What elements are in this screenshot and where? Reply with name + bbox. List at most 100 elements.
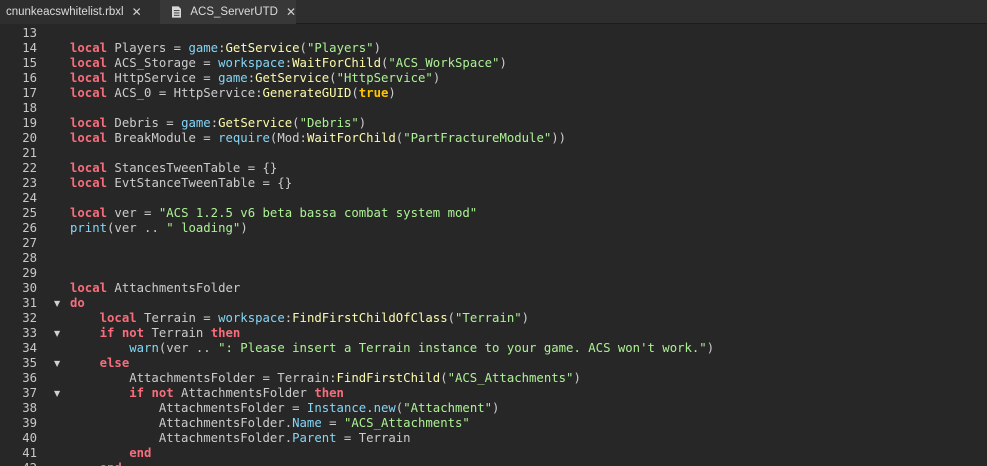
code-token: game bbox=[181, 116, 211, 130]
editor-tab-bar: cnunkeacswhitelist.rbxl ✕ ACS_ServerUTD … bbox=[0, 0, 987, 24]
close-icon[interactable]: ✕ bbox=[132, 6, 142, 18]
code-token: Debris = bbox=[107, 116, 182, 130]
code-line: AttachmentsFolder = Instance.new("Attach… bbox=[70, 401, 500, 416]
code-token: "ACS_Attachments" bbox=[343, 416, 470, 430]
code-token: ) bbox=[388, 86, 396, 100]
code-token: "ACS 1.2.5 v6 beta bassa combat system m… bbox=[158, 206, 478, 220]
code-line: print(ver .. " loading") bbox=[70, 221, 248, 236]
code-token: FindFirstChild bbox=[336, 371, 441, 385]
code-token: true bbox=[358, 86, 389, 100]
code-token: game bbox=[188, 41, 219, 55]
fold-arrow-icon[interactable]: ▼ bbox=[54, 386, 62, 401]
code-token: ACS_0 = HttpService: bbox=[107, 86, 263, 100]
code-line: AttachmentsFolder = Terrain:FindFirstChi… bbox=[70, 371, 581, 386]
code-token: new bbox=[373, 401, 396, 415]
line-number: 37 bbox=[22, 386, 37, 400]
line-number-gutter: 13 14 15 16 17 18 19 20 21 22 23 24 25 26 27 28 29 30 31 ▼ 3… bbox=[0, 24, 68, 466]
code-token: ) bbox=[240, 221, 248, 235]
line-number: 25 bbox=[22, 206, 37, 220]
code-token: "Debris" bbox=[299, 116, 359, 130]
code-token: local bbox=[70, 86, 108, 100]
code-token: then bbox=[314, 386, 344, 400]
code-token: AttachmentsFolder bbox=[107, 281, 241, 295]
line-number: 17 bbox=[22, 86, 37, 100]
code-line: local ACS_Storage = workspace:WaitForChi… bbox=[70, 56, 507, 71]
code-line: if not AttachmentsFolder then bbox=[70, 386, 344, 401]
code-editor[interactable]: 13 14 15 16 17 18 19 20 21 22 23 24 25 26 27 28 29 30 31 ▼ 3… bbox=[0, 24, 987, 466]
line-number: 33 bbox=[22, 326, 37, 340]
code-token: "Terrain" bbox=[455, 311, 522, 325]
line-number: 36 bbox=[22, 371, 37, 385]
line-number: 22 bbox=[22, 161, 37, 175]
code-token: "ACS_Attachments" bbox=[447, 371, 574, 385]
code-token: "ACS_WorkSpace" bbox=[388, 56, 500, 70]
code-token: StancesTweenTable = {} bbox=[107, 161, 278, 175]
code-line: local AttachmentsFolder bbox=[70, 281, 240, 296]
code-token: ) bbox=[499, 56, 507, 70]
code-token: " loading" bbox=[166, 221, 241, 235]
code-token: WaitForChild bbox=[306, 131, 396, 145]
code-token: ) bbox=[492, 401, 500, 415]
code-token: if not bbox=[99, 326, 145, 340]
code-token: = Terrain bbox=[336, 431, 411, 445]
code-line: local HttpService = game:GetService("Htt… bbox=[70, 71, 440, 86]
code-token: game bbox=[218, 71, 248, 85]
code-token: local bbox=[70, 161, 108, 175]
code-token: "Attachment" bbox=[403, 401, 493, 415]
line-number: 26 bbox=[22, 221, 37, 235]
code-token: ) bbox=[521, 311, 530, 325]
line-number: 20 bbox=[22, 131, 37, 145]
code-token: ) bbox=[358, 116, 367, 130]
code-line: do bbox=[70, 296, 85, 311]
code-token: ACS_Storage = bbox=[107, 56, 219, 70]
fold-arrow-icon[interactable]: ▼ bbox=[54, 296, 62, 311]
code-token: Terrain = bbox=[136, 311, 219, 325]
code-token: ( bbox=[351, 86, 359, 100]
fold-arrow-icon[interactable]: ▼ bbox=[54, 326, 62, 341]
code-token: workspace bbox=[218, 56, 285, 70]
line-number: 13 bbox=[22, 26, 37, 40]
code-token: Parent bbox=[292, 431, 337, 445]
code-token: local bbox=[70, 176, 108, 190]
code-token: Instance bbox=[306, 401, 367, 415]
code-token: WaitForChild bbox=[292, 56, 381, 70]
line-number: 27 bbox=[22, 236, 37, 250]
line-number: 39 bbox=[22, 416, 37, 430]
code-token: ( bbox=[299, 41, 307, 55]
line-number: 42 bbox=[0, 461, 37, 466]
code-line: local BreakModule = require(Mod:WaitForC… bbox=[70, 131, 566, 146]
code-line: if not Terrain then bbox=[70, 326, 241, 341]
code-token: local bbox=[70, 41, 108, 55]
code-token: else bbox=[99, 356, 130, 370]
tab-label: ACS_ServerUTD bbox=[190, 6, 278, 18]
code-line: end bbox=[70, 461, 122, 466]
code-token: ) bbox=[706, 341, 715, 355]
code-token: local bbox=[70, 281, 108, 295]
line-number: 19 bbox=[22, 116, 37, 130]
code-token: end bbox=[100, 461, 122, 466]
code-token: BreakModule = bbox=[107, 131, 219, 145]
tab-acs-serverutd[interactable]: ACS_ServerUTD ✕ bbox=[160, 0, 296, 24]
code-token: EvtStanceTweenTable = {} bbox=[107, 176, 293, 190]
code-token: ) bbox=[373, 41, 381, 55]
line-number: 32 bbox=[22, 311, 37, 325]
close-icon[interactable]: ✕ bbox=[286, 6, 296, 18]
code-token: : bbox=[210, 116, 219, 130]
code-line: end bbox=[70, 446, 151, 461]
studio-script-editor-window: cnunkeacswhitelist.rbxl ✕ ACS_ServerUTD … bbox=[0, 0, 987, 466]
code-token: GetService bbox=[255, 71, 330, 85]
code-token: Players = bbox=[107, 41, 189, 55]
tab-cnunkeacswhitelist[interactable]: cnunkeacswhitelist.rbxl ✕ bbox=[0, 0, 160, 24]
code-line: AttachmentsFolder.Name = "ACS_Attachment… bbox=[70, 416, 470, 431]
code-token: workspace bbox=[218, 311, 285, 325]
code-token: HttpService = bbox=[107, 71, 219, 85]
code-token: FindFirstChildOfClass bbox=[292, 311, 448, 325]
code-token: (ver .. bbox=[158, 341, 219, 355]
code-text-area[interactable]: local Players = game:GetService("Players… bbox=[70, 24, 987, 466]
fold-arrow-icon[interactable]: ▼ bbox=[54, 356, 62, 371]
